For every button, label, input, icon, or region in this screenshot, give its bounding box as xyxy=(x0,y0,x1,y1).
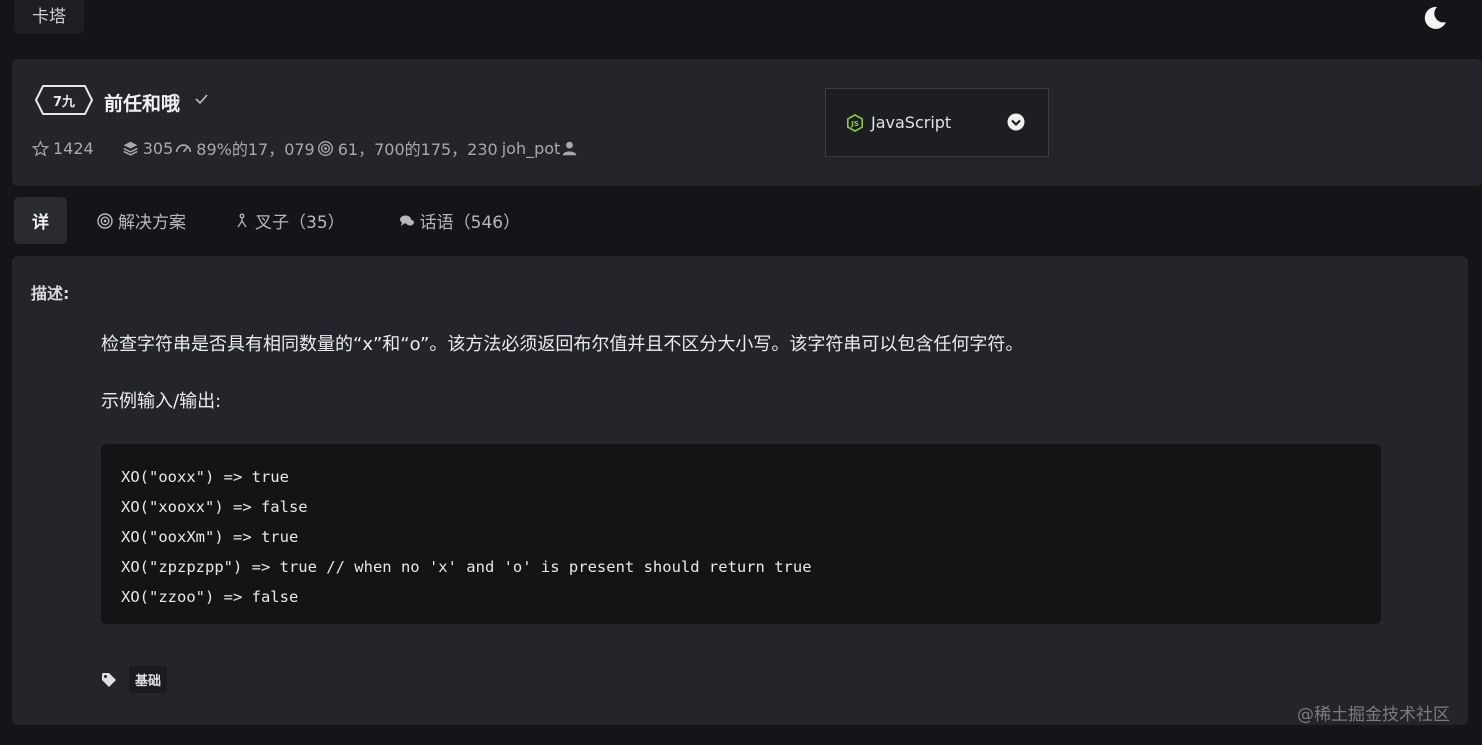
code-line: XO("ooxXm") => true xyxy=(121,528,299,546)
stars-count: 1424 xyxy=(53,138,94,158)
svg-text:JS: JS xyxy=(850,119,859,128)
tab-forks[interactable]: 叉子（35） xyxy=(220,197,359,244)
gauge-icon xyxy=(176,143,192,152)
tag-icon xyxy=(102,672,116,687)
comments-icon xyxy=(399,215,414,226)
tab-solutions-label: 解决方案 xyxy=(118,213,186,233)
language-select[interactable]: JS JavaScript xyxy=(825,88,1049,157)
watermark: @稀土掘金技术社区 xyxy=(1297,705,1450,725)
tab-discourse-label: 话语（546） xyxy=(419,213,521,233)
author-name[interactable]: joh_pot xyxy=(502,139,561,158)
target-icon xyxy=(317,140,333,156)
brand-logo[interactable]: 卡塔 xyxy=(14,0,84,34)
language-select-value: JavaScript xyxy=(871,113,952,132)
kata-header: 7九 前任和哦 1424 305 89%的17，079 61，700的175，2… xyxy=(12,59,1482,186)
tab-details-label: 详 xyxy=(32,213,49,233)
check-icon xyxy=(195,94,208,105)
user-icon xyxy=(563,141,577,155)
fork-icon xyxy=(237,213,247,227)
kata-title: 前任和哦 xyxy=(104,93,181,115)
moon-icon[interactable] xyxy=(1420,4,1448,32)
satisfaction-rating: 89%的17，079 xyxy=(196,140,315,159)
js-icon: JS xyxy=(846,113,864,132)
collections-count: 305 xyxy=(142,138,174,158)
code-line: XO("zpzpzpp") => true // when no 'x' and… xyxy=(121,558,812,576)
example-label: 示例输入/输出: xyxy=(101,391,222,412)
completed-count: 61，700的175，230 xyxy=(337,140,498,159)
rank-label: 7九 xyxy=(52,94,76,110)
target-icon xyxy=(97,212,113,229)
star-icon[interactable] xyxy=(32,139,49,157)
chevron-down-icon[interactable] xyxy=(1007,113,1025,131)
kata-tabs: 详 解决方案 叉子（35） 话语（546） xyxy=(14,197,534,244)
tab-solutions[interactable]: 解决方案 xyxy=(83,197,200,244)
code-line: XO("zzoo") => false xyxy=(121,588,299,606)
rank-badge: 7九 xyxy=(34,84,94,116)
stack-icon xyxy=(123,141,138,156)
description-label: 描述: xyxy=(31,284,70,303)
tag-list: 基础 xyxy=(101,666,168,693)
code-line: XO("xooxx") => false xyxy=(121,498,308,516)
description-text: 检查字符串是否具有相同数量的“x”和“o”。该方法必须返回布尔值并且不区分大小写… xyxy=(101,334,1024,355)
code-example: XO("ooxx") => true XO("xooxx") => false XO… xyxy=(101,444,1381,624)
tab-details[interactable]: 详 xyxy=(14,197,67,244)
tab-discourse[interactable]: 话语（546） xyxy=(385,197,534,244)
code-line: XO("ooxx") => true xyxy=(121,468,289,486)
top-bar: 卡塔 xyxy=(0,0,1482,58)
description-panel: 描述: 检查字符串是否具有相同数量的“x”和“o”。该方法必须返回布尔值并且不区… xyxy=(12,256,1468,725)
kata-stats: 1424 305 89%的17，079 61，700的175，230 joh_p… xyxy=(32,137,582,159)
tab-forks-label: 叉子（35） xyxy=(255,213,345,233)
tag-fundamentals[interactable]: 基础 xyxy=(129,666,168,693)
